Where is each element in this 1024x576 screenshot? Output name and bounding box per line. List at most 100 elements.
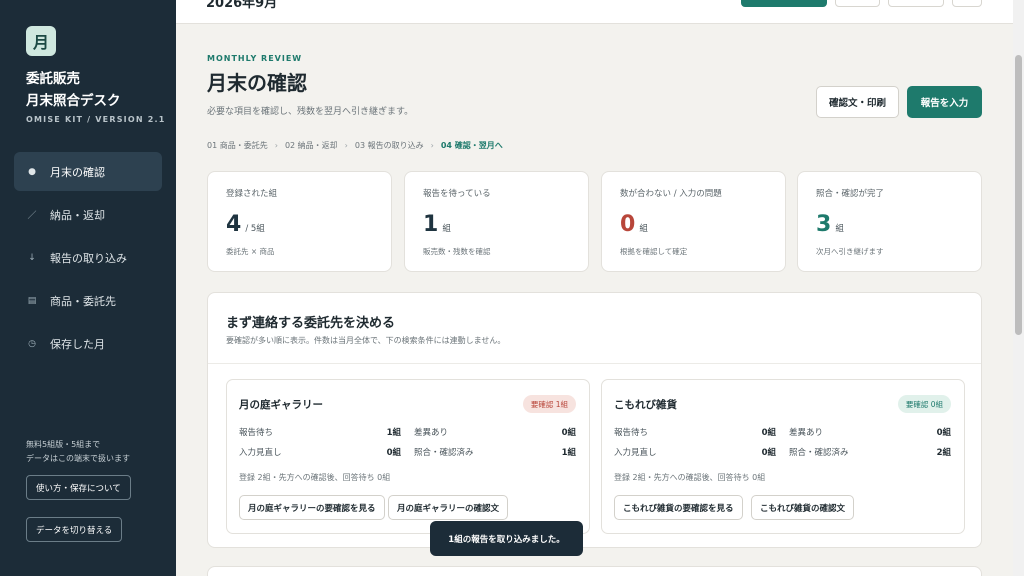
sidebar-item-label: 保存した月 (50, 337, 105, 351)
stat-subtext: 販売数・残数を確認 (423, 247, 491, 256)
enter-report-button[interactable]: 報告を入力 (907, 86, 982, 118)
sidebar-item-label: 報告の取り込み (50, 251, 127, 265)
vendor-stat-row: 入力見直し 0組 (614, 446, 776, 458)
stat-number: 4 (226, 212, 242, 237)
vendor-stat-row: 照合・確認済み 1組 (414, 446, 576, 458)
vendor-stat-label: 入力見直し (239, 448, 282, 458)
stat-number: 1 (423, 212, 439, 237)
step-products-vendors[interactable]: 01 商品・委託先 (207, 140, 268, 151)
sidebar-item-import-report[interactable]: ↓ 報告の取り込み (14, 238, 162, 277)
stat-label: 登録された組 (226, 189, 278, 199)
top-button-2[interactable] (888, 0, 944, 7)
plan-note: 無料5組版・5組まで データはこの端末で扱います (26, 438, 130, 466)
vendor-stat-row: 報告待ち 0組 (614, 426, 776, 438)
vendor-priority-panel: まず連絡する委託先を決める 要確認が多い順に表示。件数は当月全体で、下の検索条件… (207, 292, 982, 548)
help-storage-button[interactable]: 使い方・保存について (26, 475, 131, 500)
vendor-card: 月の庭ギャラリー 要確認 1組 報告待ち 1組 差異あり 0組 入力見直し 0組… (226, 379, 590, 534)
vendor-stat-row: 照合・確認済み 2組 (789, 446, 951, 458)
top-button-3[interactable] (952, 0, 982, 7)
confirmation-text-button[interactable]: 月の庭ギャラリーの確認文 (388, 495, 509, 520)
vendor-stat-value: 0組 (386, 448, 401, 458)
next-panel (207, 566, 982, 576)
stat-label: 数が合わない / 入力の問題 (620, 189, 722, 199)
pencil-icon: ／ (27, 211, 37, 221)
app-brand: 委託販売 月末照合デスク (26, 68, 121, 112)
stat-unit: / 5組 (245, 224, 265, 234)
top-bar: 2026年9月 (176, 0, 1013, 24)
scrollbar-thumb[interactable] (1015, 55, 1022, 335)
chevron-right-icon: › (430, 141, 434, 150)
brand-line-1: 委託販売 (26, 71, 80, 87)
sidebar-item-label: 商品・委託先 (50, 294, 116, 308)
print-confirmation-button[interactable]: 確認文・印刷 (816, 86, 899, 118)
stat-number: 0 (620, 212, 636, 237)
sidebar: 月 委託販売 月末照合デスク OMISE KIT / VERSION 2.1 ●… (0, 0, 176, 576)
vendor-stat-label: 差異あり (789, 428, 824, 438)
sidebar-item-saved-months[interactable]: ◷ 保存した月 (14, 324, 162, 363)
divider (208, 363, 981, 364)
list-icon: ▤ (27, 295, 37, 306)
vendor-stat-row: 報告待ち 1組 (239, 426, 401, 438)
switch-data-button[interactable]: データを切り替える (26, 517, 123, 542)
vendor-name: こもれび雑貨 (614, 399, 677, 411)
vendor-card: こもれび雑貨 要確認 0組 報告待ち 0組 差異あり 0組 入力見直し 0組 照… (601, 379, 965, 534)
plan-note-line-2: データはこの端末で扱います (26, 454, 130, 463)
confirmation-text-button[interactable]: こもれび雑貨の確認文 (751, 495, 855, 520)
stat-subtext: 委託先 × 商品 (226, 247, 275, 256)
app-version: OMISE KIT / VERSION 2.1 (26, 115, 166, 124)
chevron-right-icon: › (274, 141, 278, 150)
stat-value: 1 組 (423, 212, 451, 237)
vendor-note: 登録 2組・先方への確認後、回答待ち 0組 (239, 473, 391, 482)
view-issues-button[interactable]: 月の庭ギャラリーの要確認を見る (239, 495, 385, 520)
vendor-stat-value: 0組 (761, 448, 776, 458)
dot-icon: ● (28, 166, 36, 177)
page-description: 必要な項目を確認し、残数を翌月へ引き継ぎます。 (207, 107, 414, 117)
stat-number: 3 (816, 212, 832, 237)
top-bar-month-title: 2026年9月 (206, 0, 278, 11)
vendor-stat-value: 0組 (561, 428, 576, 438)
vendor-stat-value: 1組 (386, 428, 401, 438)
page-eyebrow: MONTHLY REVIEW (207, 54, 303, 63)
vendor-stat-value: 2組 (936, 448, 951, 458)
status-badge: 要確認 0組 (897, 395, 951, 413)
stat-unit: 組 (835, 224, 844, 234)
panel-title: まず連絡する委託先を決める (226, 316, 396, 331)
vendor-stat-label: 報告待ち (614, 428, 649, 438)
brand-line-2: 月末照合デスク (26, 93, 121, 109)
sidebar-item-month-review[interactable]: ● 月末の確認 (14, 152, 162, 191)
vendor-stat-value: 0組 (761, 428, 776, 438)
stat-subtext: 次月へ引き継げます (816, 247, 884, 256)
vendor-stat-label: 差異あり (414, 428, 449, 438)
sidebar-item-products-vendors[interactable]: ▤ 商品・委託先 (14, 281, 162, 320)
stat-label: 報告を待っている (423, 189, 491, 199)
page-scrollbar[interactable] (1013, 0, 1024, 576)
sidebar-item-delivery-return[interactable]: ／ 納品・返却 (14, 195, 162, 234)
chevron-right-icon: › (344, 141, 348, 150)
sidebar-item-label: 月末の確認 (50, 165, 105, 179)
top-button-1[interactable] (835, 0, 880, 7)
vendor-stat-value: 1組 (561, 448, 576, 458)
vendor-stat-row: 差異あり 0組 (414, 426, 576, 438)
panel-description: 要確認が多い順に表示。件数は当月全体で、下の検索条件には連動しません。 (226, 336, 506, 345)
vendor-stat-value: 0組 (936, 428, 951, 438)
toast-notification: 1組の報告を取り込みました。 (430, 521, 583, 556)
stat-unit: 組 (442, 224, 451, 234)
stat-value: 3 組 (816, 212, 844, 237)
page-title: 月末の確認 (207, 71, 307, 95)
vendor-stat-label: 照合・確認済み (789, 448, 849, 458)
app-logo: 月 (26, 26, 56, 56)
stat-value: 4 / 5組 (226, 212, 265, 237)
vendor-note: 登録 2組・先方への確認後、回答待ち 0組 (614, 473, 766, 482)
view-issues-button[interactable]: こもれび雑貨の要確認を見る (614, 495, 743, 520)
vendor-stat-label: 照合・確認済み (414, 448, 474, 458)
top-primary-button[interactable] (741, 0, 827, 7)
step-delivery-return[interactable]: 02 納品・返却 (285, 140, 338, 151)
sidebar-item-label: 納品・返却 (50, 208, 105, 222)
vendor-stat-row: 差異あり 0組 (789, 426, 951, 438)
vendor-stat-label: 入力見直し (614, 448, 657, 458)
step-import-report[interactable]: 03 報告の取り込み (355, 140, 424, 151)
step-confirm-next-month[interactable]: 04 確認・翌月へ (441, 140, 503, 151)
stat-card-registered: 登録された組 4 / 5組 委託先 × 商品 (207, 171, 392, 272)
stat-label: 照合・確認が完了 (816, 189, 885, 199)
clock-icon: ◷ (28, 338, 36, 349)
